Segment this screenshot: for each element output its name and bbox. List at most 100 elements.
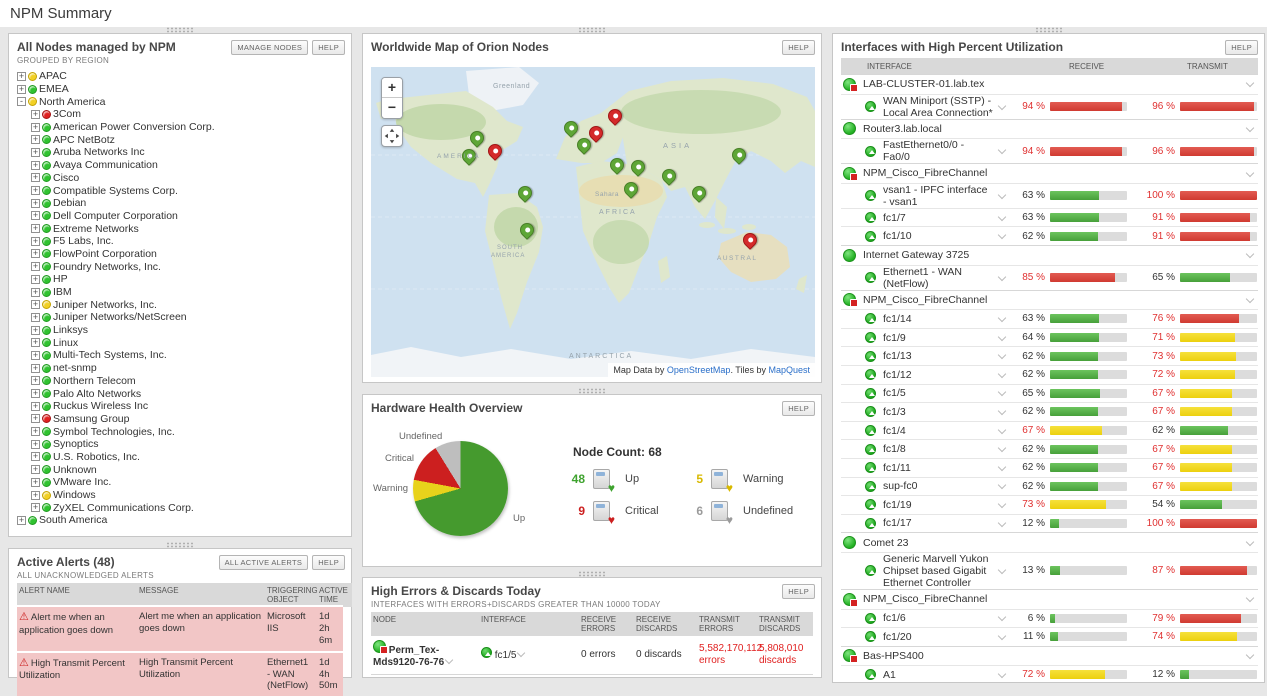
chevron-down-icon[interactable] bbox=[998, 314, 1006, 322]
chevron-down-icon[interactable] bbox=[1246, 651, 1254, 659]
utilization-interface-row[interactable]: A172 %12 % bbox=[841, 665, 1258, 682]
map-pin-red[interactable] bbox=[487, 143, 503, 165]
chevron-down-icon[interactable] bbox=[1246, 168, 1254, 176]
expand-toggle-icon[interactable]: + bbox=[31, 414, 40, 423]
map-pin-green[interactable] bbox=[691, 185, 707, 207]
alert-row[interactable]: ⚠High Transmit Percent UtilizationHigh T… bbox=[17, 651, 343, 696]
expand-toggle-icon[interactable]: + bbox=[31, 478, 40, 487]
tree-item[interactable]: +IBM bbox=[17, 286, 347, 299]
chevron-down-icon[interactable] bbox=[998, 670, 1006, 678]
chevron-down-icon[interactable] bbox=[998, 388, 1006, 396]
expand-toggle-icon[interactable]: + bbox=[31, 452, 40, 461]
help-button[interactable]: HELP bbox=[782, 584, 815, 599]
tree-item[interactable]: +Juniper Networks, Inc. bbox=[17, 298, 347, 311]
tree-item[interactable]: -North America bbox=[17, 95, 347, 108]
utilization-interface-row[interactable]: fc1/964 %71 % bbox=[841, 328, 1258, 347]
utilization-interface-row[interactable]: Generic Marvell Yukon Chipset based Giga… bbox=[841, 552, 1258, 589]
map-pan-button[interactable] bbox=[381, 125, 403, 147]
mapquest-link[interactable]: MapQuest bbox=[768, 365, 810, 375]
tree-item[interactable]: +Palo Alto Networks bbox=[17, 387, 347, 400]
chevron-down-icon[interactable] bbox=[998, 481, 1006, 489]
drag-handle-icon[interactable] bbox=[166, 542, 194, 548]
expand-toggle-icon[interactable]: + bbox=[17, 516, 26, 525]
zoom-out-button[interactable]: − bbox=[382, 98, 402, 118]
expand-toggle-icon[interactable]: + bbox=[17, 72, 26, 81]
chevron-down-icon[interactable] bbox=[998, 191, 1006, 199]
tree-item[interactable]: +Avaya Communication bbox=[17, 159, 347, 172]
utilization-interface-row[interactable]: vsan1 - IPFC interface - vsan163 %100 % bbox=[841, 183, 1258, 208]
chevron-down-icon[interactable] bbox=[998, 632, 1006, 640]
tree-item[interactable]: +South America bbox=[17, 514, 347, 527]
drag-handle-icon[interactable] bbox=[578, 571, 606, 577]
map-pin-green[interactable] bbox=[609, 157, 625, 179]
expand-toggle-icon[interactable]: + bbox=[17, 85, 26, 94]
chevron-down-icon[interactable] bbox=[998, 444, 1006, 452]
chevron-down-icon[interactable] bbox=[1246, 537, 1254, 545]
tree-item[interactable]: +F5 Labs, Inc. bbox=[17, 235, 347, 248]
openstreetmap-link[interactable]: OpenStreetMap bbox=[667, 365, 731, 375]
expand-toggle-icon[interactable]: + bbox=[31, 148, 40, 157]
expand-toggle-icon[interactable]: + bbox=[31, 123, 40, 132]
all-active-alerts-button[interactable]: ALL ACTIVE ALERTS bbox=[219, 555, 309, 570]
chevron-down-icon[interactable] bbox=[1246, 250, 1254, 258]
tree-item[interactable]: +Symbol Technologies, Inc. bbox=[17, 425, 347, 438]
chevron-down-icon[interactable] bbox=[998, 231, 1006, 239]
utilization-interface-row[interactable]: fc1/1262 %72 % bbox=[841, 365, 1258, 384]
tree-item[interactable]: +ZyXEL Communications Corp. bbox=[17, 501, 347, 514]
utilization-interface-row[interactable]: fc1/2011 %74 % bbox=[841, 627, 1258, 646]
tree-item[interactable]: +Unknown bbox=[17, 463, 347, 476]
chevron-down-icon[interactable] bbox=[998, 407, 1006, 415]
tree-item[interactable]: +APAC bbox=[17, 70, 347, 83]
tree-item[interactable]: +Juniper Networks/NetScreen bbox=[17, 311, 347, 324]
utilization-node-row[interactable]: NPM_Cisco_FibreChannel bbox=[841, 163, 1258, 183]
tree-item[interactable]: +Foundry Networks, Inc. bbox=[17, 260, 347, 273]
utilization-interface-row[interactable]: fc1/565 %67 % bbox=[841, 384, 1258, 403]
tree-item[interactable]: +EMEA bbox=[17, 83, 347, 96]
utilization-node-row[interactable]: NPM_Cisco_FibreChannel bbox=[841, 290, 1258, 310]
tree-item[interactable]: +Extreme Networks bbox=[17, 222, 347, 235]
chevron-down-icon[interactable] bbox=[998, 613, 1006, 621]
expand-toggle-icon[interactable]: + bbox=[31, 465, 40, 474]
expand-toggle-icon[interactable]: + bbox=[31, 199, 40, 208]
alert-row[interactable]: ⚠Alert me when an application goes downA… bbox=[17, 605, 343, 651]
map-pin-green[interactable] bbox=[623, 181, 639, 203]
expand-toggle-icon[interactable]: + bbox=[31, 503, 40, 512]
expand-toggle-icon[interactable]: + bbox=[31, 313, 40, 322]
tree-item[interactable]: +APC NetBotz bbox=[17, 133, 347, 146]
map-pin-green[interactable] bbox=[576, 137, 592, 159]
chevron-down-icon[interactable] bbox=[1246, 79, 1254, 87]
utilization-interface-row[interactable]: fc1/1162 %67 % bbox=[841, 458, 1258, 477]
map-pin-green[interactable] bbox=[630, 159, 646, 181]
expand-toggle-icon[interactable]: + bbox=[31, 135, 40, 144]
tree-item[interactable]: +Windows bbox=[17, 489, 347, 502]
expand-toggle-icon[interactable]: + bbox=[31, 161, 40, 170]
tree-item[interactable]: +Northern Telecom bbox=[17, 375, 347, 388]
utilization-node-row[interactable]: Internet Gateway 3725 bbox=[841, 245, 1258, 265]
expand-toggle-icon[interactable]: + bbox=[31, 326, 40, 335]
utilization-interface-row[interactable]: fc1/862 %67 % bbox=[841, 439, 1258, 458]
tree-item[interactable]: +Linux bbox=[17, 336, 347, 349]
chevron-down-icon[interactable] bbox=[998, 518, 1006, 526]
expand-toggle-icon[interactable]: + bbox=[31, 376, 40, 385]
tree-item[interactable]: +American Power Conversion Corp. bbox=[17, 121, 347, 134]
tree-item[interactable]: +Compatible Systems Corp. bbox=[17, 184, 347, 197]
utilization-node-row[interactable]: LAB-CLUSTER-01.lab.tex bbox=[841, 74, 1258, 94]
chevron-down-icon[interactable] bbox=[998, 332, 1006, 340]
expand-toggle-icon[interactable]: + bbox=[31, 402, 40, 411]
chevron-down-icon[interactable] bbox=[1246, 295, 1254, 303]
tree-item[interactable]: +Samsung Group bbox=[17, 413, 347, 426]
expand-toggle-icon[interactable]: + bbox=[31, 237, 40, 246]
expand-toggle-icon[interactable]: + bbox=[31, 364, 40, 373]
map-canvas[interactable]: GreenlandAMERICAASIASaharaAFRICASOUTHAME… bbox=[371, 67, 815, 377]
utilization-interface-row[interactable]: fc1/362 %67 % bbox=[841, 402, 1258, 421]
utilization-node-row[interactable]: Bas-HPS400 bbox=[841, 646, 1258, 666]
expand-toggle-icon[interactable]: + bbox=[31, 262, 40, 271]
expand-toggle-icon[interactable]: + bbox=[31, 351, 40, 360]
tree-item[interactable]: +FlowPoint Corporation bbox=[17, 248, 347, 261]
tree-item[interactable]: +HP bbox=[17, 273, 347, 286]
expand-toggle-icon[interactable]: + bbox=[31, 427, 40, 436]
utilization-interface-row[interactable]: FastEthernet0/0 - Fa0/094 %96 % bbox=[841, 138, 1258, 163]
tree-item[interactable]: +3Com bbox=[17, 108, 347, 121]
tree-item[interactable]: +Cisco bbox=[17, 172, 347, 185]
map-pin-green[interactable] bbox=[517, 185, 533, 207]
